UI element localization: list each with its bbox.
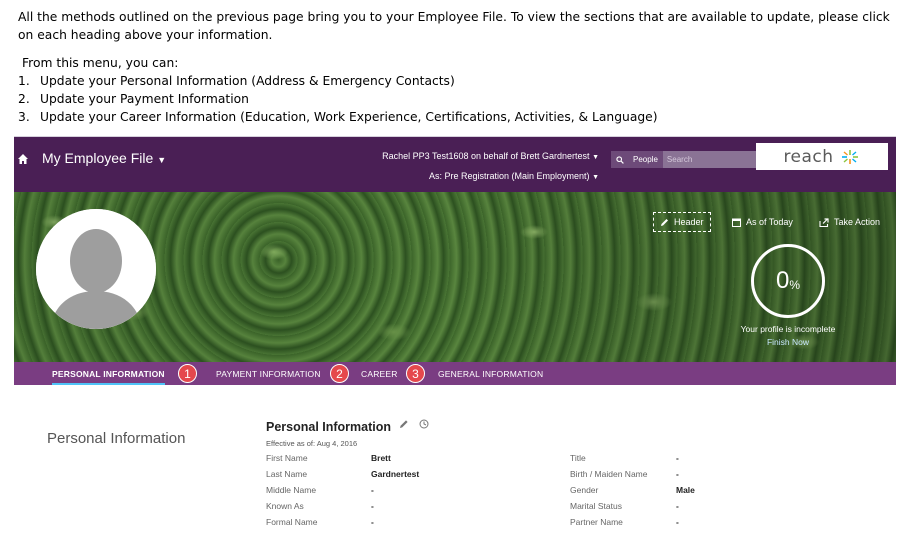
employee-file-screenshot: My Employee File ▼ Rachel PP3 Test1608 on… [14,136,896,538]
field-label-last-name: Last Name [266,469,308,479]
reach-logo: reach [756,143,888,170]
field-label-marital-status: Marital Status [570,501,622,511]
profile-status-text: Your profile is incomplete [740,324,836,334]
step-badge-3: 3 [406,364,425,383]
history-clock-icon[interactable] [419,419,429,429]
search-box: People [611,151,781,168]
step-item: 2. Update your Payment Information [18,92,249,106]
app-title-label: My Employee File [42,150,154,166]
field-value-formal-name: - [371,517,374,527]
step-item: 1. Update your Personal Information (Addr… [18,74,455,88]
finish-now-link[interactable]: Finish Now [732,337,844,347]
tab-general-information[interactable]: GENERAL INFORMATION [438,362,543,385]
field-value-marital-status: - [676,501,679,511]
field-label-middle-name: Middle Name [266,485,317,495]
top-navigation-bar: My Employee File ▼ Rachel PP3 Test1608 on… [14,137,896,192]
card-tools [399,419,429,429]
tab-career[interactable]: CAREER [361,362,398,385]
search-scope-label: People [633,155,658,164]
step-badge-2: 2 [330,364,349,383]
field-label-partner-name: Partner Name [570,517,623,527]
pencil-icon [661,218,668,226]
field-value-partner-name: - [676,517,679,527]
avatar[interactable] [36,209,156,329]
home-icon[interactable] [17,153,29,165]
field-label-gender: Gender [570,485,599,495]
tab-payment-information[interactable]: PAYMENT INFORMATION [216,362,321,385]
field-value-first-name: Brett [371,453,391,463]
calendar-icon [732,218,741,227]
intro-paragraph: All the methods outlined on the previous… [18,10,890,42]
field-label-formal-name: Formal Name [266,517,318,527]
as-of-today-button[interactable]: As of Today [732,212,793,232]
profile-banner: Header As of Today Take Action 0% Your p… [14,192,896,362]
caret-down-icon: ▼ [592,174,599,181]
acting-user-label: Rachel PP3 Test1608 on behalf of Brett G… [382,151,590,161]
field-label-known-as: Known As [266,501,304,511]
field-label-first-name: First Name [266,453,308,463]
tab-label: PAYMENT INFORMATION [216,368,321,379]
share-icon [819,217,829,227]
profile-completion-ring[interactable]: 0% [751,244,825,318]
search-scope-selector[interactable]: People [611,151,663,168]
logo-text: reach [783,146,834,167]
personal-information-section: Personal Information Personal Informatio… [14,385,896,538]
header-edit-button[interactable]: Header [653,212,711,232]
acting-user-menu[interactable]: Rachel PP3 Test1608 on behalf of Brett G… [382,151,599,161]
card-title: Personal Information [266,420,392,434]
field-value-known-as: - [371,501,374,511]
employment-role-menu[interactable]: As: Pre Registration (Main Employment) ▼ [429,171,599,181]
search-icon [616,155,624,164]
field-value-birth-maiden-name: - [676,469,679,479]
header-button-label: Header [674,217,704,227]
field-value-middle-name: - [371,485,374,495]
tab-personal-information[interactable]: PERSONAL INFORMATION [52,362,165,385]
instruction-text: All the methods outlined on the previous… [18,8,898,126]
tab-label: PERSONAL INFORMATION [52,368,165,379]
employment-role-label: As: Pre Registration (Main Employment) [428,171,590,181]
field-value-title: - [676,453,679,463]
completion-percent: 0 [775,267,790,294]
default-person-icon [36,209,156,329]
step-text: Update your Payment Information [40,92,249,106]
field-value-last-name: Gardnertest [371,469,420,479]
step-badge-1: 1 [178,364,197,383]
field-label-title: Title [570,453,586,463]
steps-list: 1. Update your Personal Information (Addr… [18,72,898,126]
take-action-button[interactable]: Take Action [819,212,880,232]
take-action-label: Take Action [834,217,881,227]
step-item: 3. Update your Career Information (Educat… [18,110,658,124]
section-tab-bar: PERSONAL INFORMATION 1 PAYMENT INFORMATI… [14,362,896,385]
menu-intro: From this menu, you can: [22,56,179,70]
percent-symbol: % [789,277,801,292]
step-text: Update your Personal Information (Addres… [40,74,455,88]
field-label-birth-maiden-name: Birth / Maiden Name [570,469,648,479]
as-of-today-label: As of Today [746,217,793,227]
tab-label: CAREER [361,368,398,379]
edit-pencil-icon[interactable] [399,419,409,429]
effective-date: Effective as of: Aug 4, 2016 [266,439,358,448]
section-heading: Personal Information [47,430,186,447]
field-value-gender: Male [676,485,695,495]
tab-label: GENERAL INFORMATION [438,368,544,379]
sparkle-icon [841,149,858,164]
caret-down-icon: ▼ [592,154,599,161]
step-text: Update your Career Information (Educatio… [40,110,658,124]
my-employee-file-menu[interactable]: My Employee File ▼ [42,150,166,166]
caret-down-icon: ▼ [157,155,167,165]
